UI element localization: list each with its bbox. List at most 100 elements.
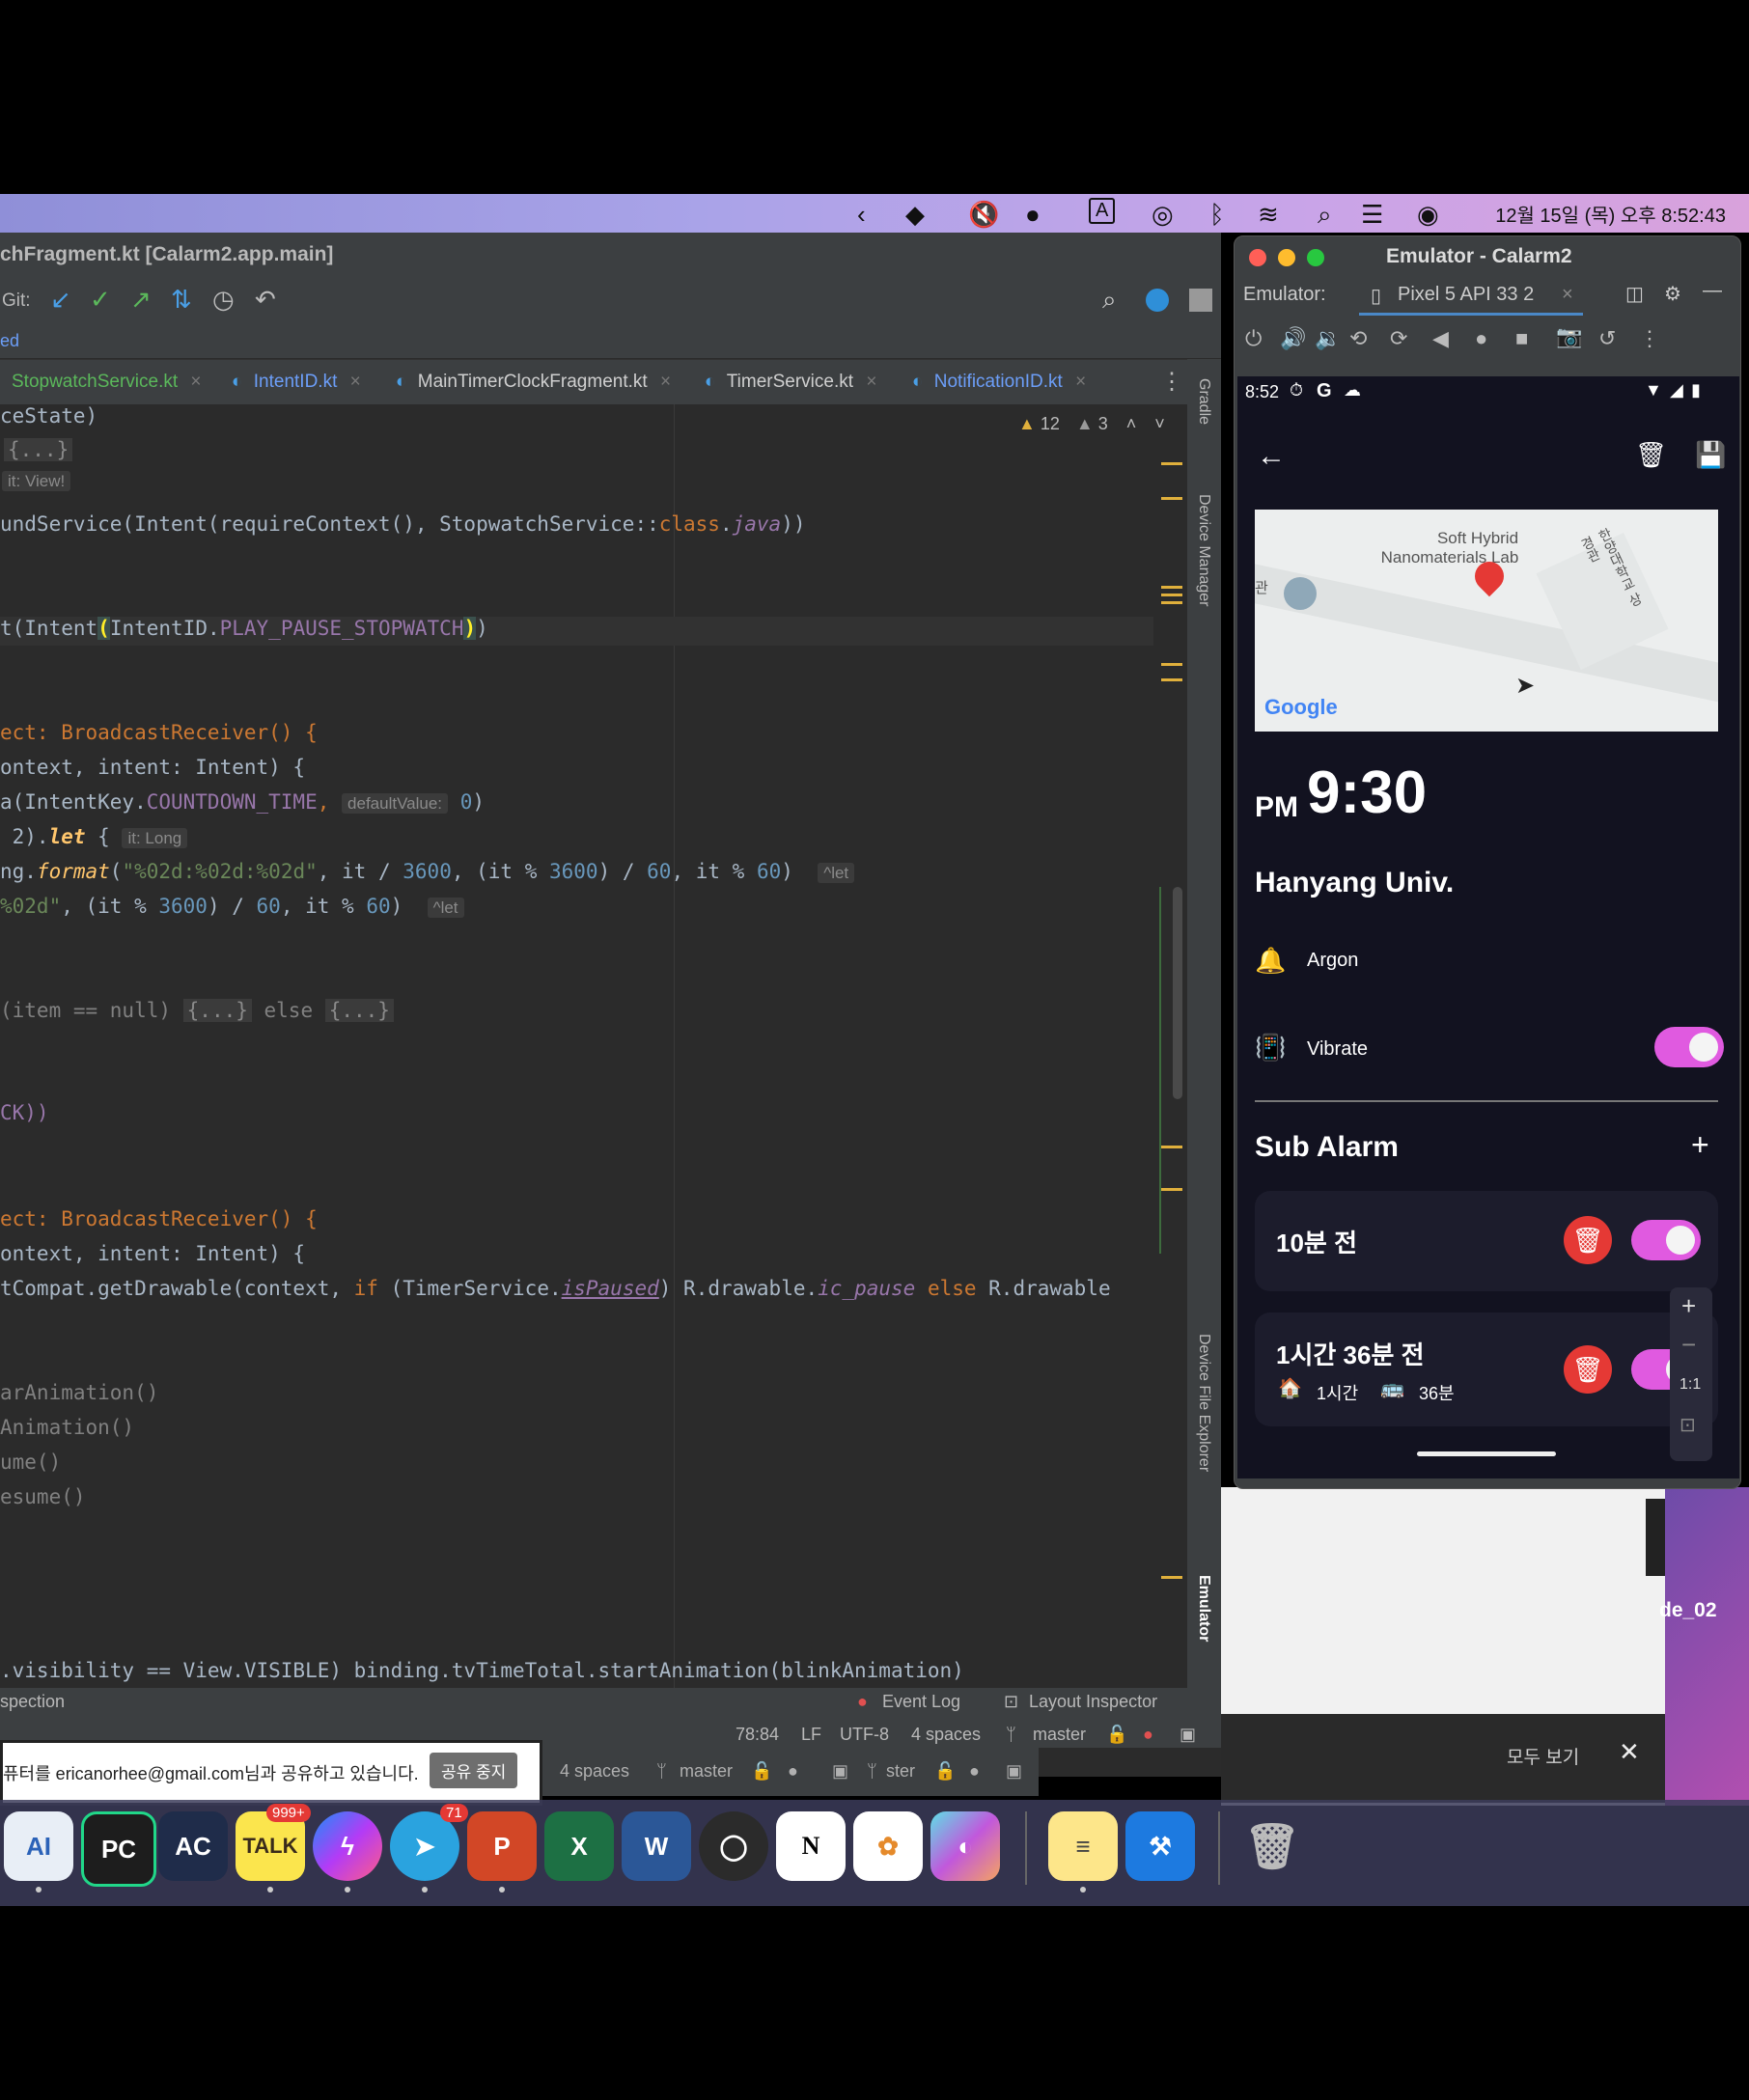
trash-icon[interactable]: 🗑 — [1237, 1811, 1307, 1881]
appcode-icon[interactable]: AC — [158, 1811, 228, 1881]
scrollbar-thumb[interactable] — [1173, 887, 1182, 1099]
inspection-label[interactable]: spection — [0, 1692, 65, 1712]
warning-marker[interactable] — [1161, 594, 1182, 596]
overview-icon[interactable]: ■ — [1515, 326, 1528, 351]
minimize-window-button[interactable] — [1278, 249, 1295, 266]
app-shield-icon[interactable]: ◆ — [905, 200, 925, 230]
inspection-widget[interactable]: ▲ 12 ▲ 3 ˄ ˅ — [1018, 414, 1165, 434]
map-view[interactable]: 관 Soft Hybrid Nanomaterials Lab 한양대학교 상경… — [1255, 510, 1718, 732]
window-mode-icon[interactable]: ◫ — [1625, 282, 1644, 306]
input-source-indicator[interactable]: A — [1089, 198, 1116, 224]
git-branch[interactable]: master — [1033, 1725, 1086, 1745]
excel-icon[interactable]: X — [544, 1811, 614, 1881]
file-thumbnail[interactable] — [1646, 1499, 1665, 1576]
alarm-location[interactable]: Hanyang Univ. — [1255, 867, 1454, 899]
fit-screen-icon[interactable]: ⊡ — [1680, 1413, 1696, 1437]
git-update-icon[interactable]: ↙ — [50, 285, 71, 315]
error-icon[interactable]: ● — [1143, 1725, 1153, 1745]
zoom-in-icon[interactable]: + — [1681, 1291, 1696, 1321]
user-icon[interactable] — [1189, 289, 1212, 312]
see-all-button[interactable]: 모두 보기 — [1507, 1743, 1579, 1769]
mute-icon[interactable]: 🔇 — [968, 200, 999, 230]
tab-notification-id[interactable]: ◐ NotificationID.kt × — [912, 360, 1086, 404]
more-icon[interactable]: ⋮ — [1639, 326, 1660, 351]
close-icon[interactable]: × — [350, 372, 361, 392]
siri-app-icon[interactable]: ◐ — [930, 1811, 1000, 1881]
chevron-up-icon[interactable]: ˄ — [1126, 414, 1137, 433]
history-icon[interactable]: ◷ — [212, 285, 235, 315]
warning-marker[interactable] — [1161, 663, 1182, 666]
git-merge-icon[interactable]: ⇅ — [171, 285, 192, 315]
line-separator[interactable]: LF — [801, 1725, 821, 1745]
map-poi-icon[interactable] — [1284, 577, 1317, 610]
gear-icon[interactable]: ⚙ — [1664, 282, 1681, 306]
delete-sub-alarm-button[interactable]: 🗑 — [1564, 1216, 1612, 1264]
lock-icon[interactable]: 🔓 — [1106, 1725, 1127, 1745]
device-manager-tool-button[interactable]: Device Manager — [1195, 494, 1212, 607]
close-icon[interactable]: × — [190, 372, 201, 392]
back-arrow-icon[interactable]: ← — [1257, 440, 1286, 473]
zoom-ratio[interactable]: 1:1 — [1680, 1376, 1701, 1394]
rollback-icon[interactable]: ↶ — [255, 285, 276, 315]
gradle-tool-button[interactable]: Gradle — [1195, 378, 1212, 425]
git-push-icon[interactable]: ↗ — [130, 285, 152, 315]
rotate-left-icon[interactable]: ⟲ — [1349, 326, 1367, 351]
control-center-icon[interactable]: ☰ — [1361, 200, 1383, 230]
code-editor[interactable]: ▲ 12 ▲ 3 ˄ ˅ ceState) {...} it: View! un… — [0, 404, 1187, 1688]
bluetooth-icon[interactable]: ᛒ — [1209, 200, 1225, 230]
warning-marker[interactable] — [1161, 678, 1182, 681]
trash-icon[interactable]: 🗑 — [1635, 440, 1667, 470]
screenshot-icon[interactable]: 📷 — [1556, 324, 1582, 349]
close-icon[interactable]: × — [1562, 284, 1573, 306]
close-icon[interactable]: × — [660, 372, 671, 392]
warning-marker[interactable] — [1161, 586, 1182, 589]
tab-intent-id[interactable]: ◐ IntentID.kt × — [232, 360, 361, 404]
chevron-left-icon[interactable]: ‹ — [857, 200, 866, 230]
powerpoint-icon[interactable]: P — [467, 1811, 537, 1881]
file-encoding[interactable]: UTF-8 — [840, 1725, 889, 1745]
word-icon[interactable]: W — [622, 1811, 691, 1881]
sub-alarm-toggle[interactable] — [1631, 1220, 1701, 1260]
file-label[interactable]: de_02 — [1659, 1599, 1717, 1622]
device-file-explorer-tool-button[interactable]: Device File Explorer — [1195, 1334, 1212, 1472]
git-commit-icon[interactable]: ✓ — [90, 285, 111, 315]
sub-alarm-card[interactable]: 10분 전 🗑 — [1255, 1191, 1718, 1291]
device-tab[interactable]: Pixel 5 API 33 2 — [1398, 284, 1534, 306]
notifications-icon[interactable]: ▣ — [1180, 1725, 1196, 1745]
folded-region[interactable]: {...} — [324, 999, 394, 1022]
tab-stopwatch-service[interactable]: StopwatchService.kt × — [0, 360, 202, 404]
siri-icon[interactable]: ◉ — [1417, 200, 1439, 230]
event-log-button[interactable]: Event Log — [882, 1692, 960, 1712]
delete-sub-alarm-button[interactable]: 🗑 — [1564, 1345, 1612, 1394]
warning-marker[interactable] — [1161, 1188, 1182, 1191]
xcode-icon[interactable]: ⚒ — [1125, 1811, 1195, 1881]
sub-alarm-card[interactable]: 1시간 36분 전 🏠 1시간 🚌 36분 🗑 — [1255, 1312, 1718, 1426]
tabs-menu-icon[interactable]: ⋮ — [1160, 368, 1183, 396]
snapshot-icon[interactable]: ↺ — [1598, 326, 1616, 351]
phone-screen[interactable]: 8:52 ⏱ G ☁ ▼ ◢ ▮ ← 🗑 💾 관 Soft Hybrid Nan… — [1237, 376, 1739, 1478]
indent-setting[interactable]: 4 spaces — [911, 1725, 981, 1745]
menu-bar-clock[interactable]: 12월 15일 (목) 오후 8:52:43 — [1495, 200, 1726, 228]
tab-timer-service[interactable]: ◐ TimerService.kt × — [705, 360, 876, 404]
power-icon[interactable]: ⏻ — [1245, 326, 1262, 351]
volume-down-icon[interactable]: 🔉 — [1315, 326, 1341, 351]
emulator-tool-button[interactable]: Emulator — [1195, 1575, 1212, 1642]
tab-main-timer-clock-fragment[interactable]: ◐ MainTimerClockFragment.kt × — [396, 360, 671, 404]
gesture-bar[interactable] — [1417, 1451, 1556, 1456]
back-icon[interactable]: ◀ — [1432, 326, 1449, 351]
home-icon[interactable]: ● — [1475, 326, 1487, 351]
pycharm-icon[interactable]: PC — [81, 1811, 156, 1887]
close-icon[interactable]: × — [1075, 372, 1086, 392]
airdrop-icon[interactable]: ◎ — [1152, 200, 1174, 230]
update-icon[interactable] — [1146, 289, 1169, 312]
rotate-right-icon[interactable]: ⟳ — [1390, 326, 1407, 351]
stop-sharing-button[interactable]: 공유 중지 — [430, 1753, 518, 1788]
notion-icon[interactable]: N — [776, 1811, 846, 1881]
folded-region[interactable]: {...} — [4, 438, 73, 461]
volume-up-icon[interactable]: 🔊 — [1280, 326, 1306, 351]
caret-position[interactable]: 78:84 — [736, 1725, 779, 1745]
save-icon[interactable]: 💾 — [1695, 440, 1726, 470]
zoom-window-button[interactable] — [1307, 249, 1324, 266]
ai-app-icon[interactable]: AI — [4, 1811, 73, 1881]
error-stripe[interactable] — [1153, 404, 1187, 1688]
